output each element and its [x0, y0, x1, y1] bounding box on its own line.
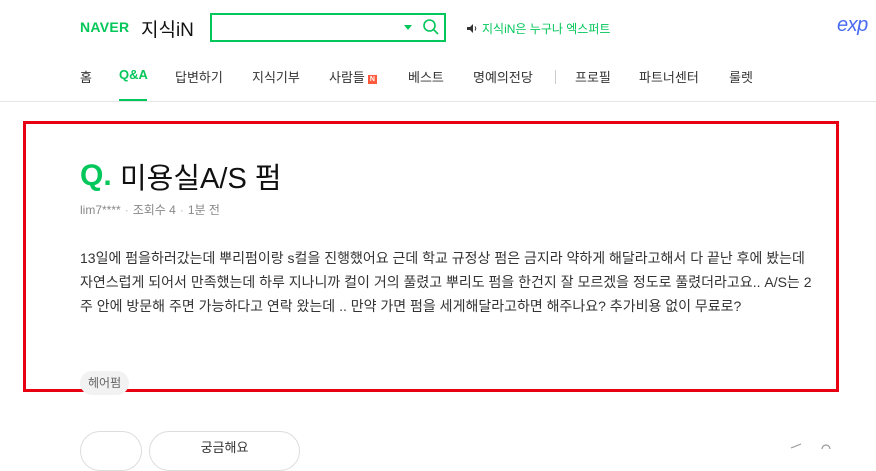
exp-logo[interactable]: exp	[837, 14, 868, 37]
tag-chip[interactable]: 헤어펌	[80, 371, 130, 395]
jisikin-logo[interactable]: 지식iN	[141, 15, 194, 42]
new-badge: N	[367, 75, 377, 84]
tab-profile[interactable]: 프로필	[575, 67, 611, 86]
header: NAVER 지식iN 지식iN은 누구나 엑스퍼트 exp	[0, 0, 876, 56]
tab-people[interactable]: 사람들 N	[329, 67, 377, 86]
search-icon[interactable]	[422, 18, 440, 36]
tab-roulette[interactable]: 룰렛	[729, 67, 753, 86]
tab-partner-center[interactable]: 파트너센터	[639, 67, 699, 86]
question-title: 미용실A/S 펌	[120, 163, 282, 195]
tab-qna[interactable]: Q&A	[119, 67, 148, 82]
more-options-icon[interactable]	[790, 443, 802, 449]
expert-notice-link[interactable]: 지식iN은 누구나 엑스퍼트	[466, 20, 610, 37]
tab-hall-of-fame[interactable]: 명예의전당	[473, 67, 533, 86]
search-dropdown-caret-icon[interactable]	[404, 25, 412, 30]
question-body: 13일에 펌을하러갔는데 뿌리펌이랑 s컬을 진행했어요 근데 학교 규정상 펌…	[80, 250, 812, 314]
tab-best[interactable]: 베스트	[408, 67, 444, 86]
view-count: 조회수 4	[132, 203, 176, 217]
question-meta: lim7**** · 조회수 4 · 1분 전	[80, 201, 220, 218]
curious-button[interactable]: 궁금해요	[149, 431, 300, 471]
naver-logo[interactable]: NAVER	[80, 19, 129, 35]
search-box	[210, 13, 446, 42]
speaker-icon	[467, 24, 477, 33]
tab-home[interactable]: 홈	[80, 67, 92, 86]
main-nav: 홈 Q&A 답변하기 지식기부 사람들 N 베스트 명예의전당 프로필 파트너센터…	[0, 56, 876, 102]
question-mark-label: Q.	[80, 159, 112, 192]
search-input[interactable]	[216, 18, 396, 37]
tab-people-label: 사람들	[329, 70, 365, 85]
posted-time: 1분 전	[187, 203, 220, 217]
meta-separator: ·	[124, 203, 129, 217]
expert-notice-text: 지식iN은 누구나 엑스퍼트	[482, 22, 611, 36]
tab-donation[interactable]: 지식기부	[252, 67, 300, 86]
nav-divider	[555, 70, 556, 84]
meta-separator: ·	[179, 203, 184, 217]
active-tab-indicator	[119, 99, 147, 101]
tab-answer[interactable]: 답변하기	[175, 67, 223, 86]
report-icon[interactable]	[820, 443, 832, 449]
author-id[interactable]: lim7****	[80, 203, 121, 217]
share-button[interactable]	[80, 431, 142, 471]
